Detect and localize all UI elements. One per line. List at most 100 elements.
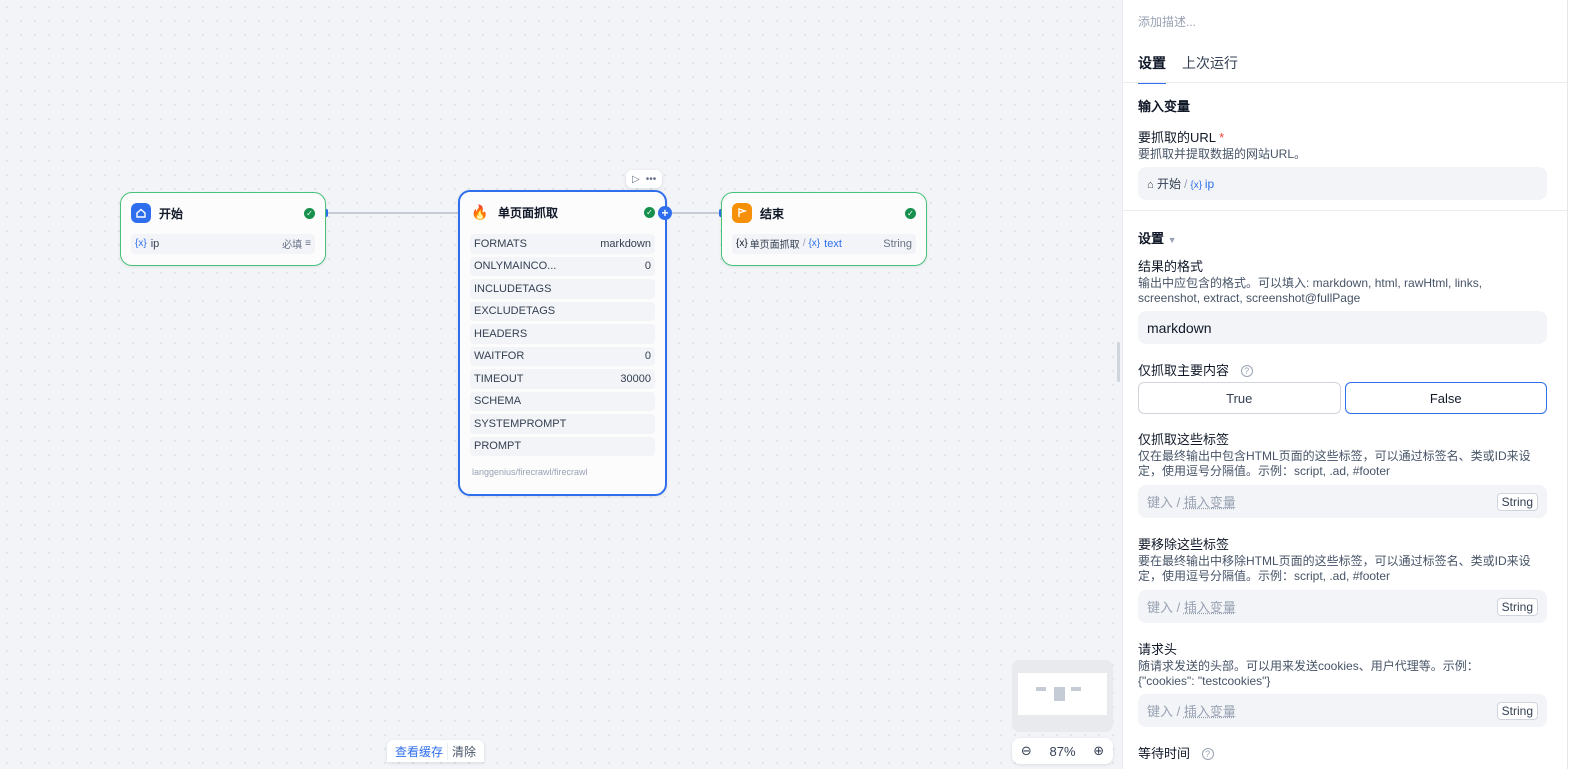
only-main-label: 仅抓取主要内容 ?: [1138, 360, 1253, 379]
param-row: ONLYMAINCO... 0: [470, 256, 655, 276]
param-value: 0: [644, 260, 651, 273]
variable-icon: {x}: [135, 238, 147, 250]
tab-last-run[interactable]: 上次运行: [1182, 53, 1238, 84]
description-input[interactable]: 添加描述...: [1138, 13, 1196, 30]
param-row: SYSTEMPROMPT: [470, 414, 655, 434]
param-value: 0: [644, 350, 651, 363]
home-icon: ⌂: [1147, 179, 1154, 191]
url-field-label: 要抓取的URL *: [1138, 127, 1224, 146]
workflow-canvas[interactable]: 开始 ✓ {x} ip 必填 ≡ ▷ ••• 🔥 单页面抓取 ✓ FORMATS…: [0, 0, 1122, 769]
minimap-node: [1036, 687, 1046, 691]
param-key: PROMPT: [474, 440, 522, 453]
wait-label-text: 等待时间: [1138, 746, 1191, 761]
include-tags-input[interactable]: 键入 / 插入变量 String: [1138, 485, 1547, 518]
insert-variable-link[interactable]: 插入变量: [1184, 704, 1236, 719]
param-key: SYSTEMPROMPT: [474, 417, 567, 430]
param-row: TIMEOUT 30000: [470, 369, 655, 389]
start-var-row: {x} ip 必填 ≡: [131, 234, 315, 254]
end-var-type: String: [883, 237, 912, 250]
zoom-in-icon[interactable]: ⊕: [1093, 743, 1104, 759]
param-row: EXCLUDETAGS: [470, 301, 655, 321]
end-source-node: 单页面抓取: [749, 240, 800, 252]
caret-down-icon: ▼: [1167, 235, 1177, 245]
param-key: HEADERS: [474, 327, 528, 340]
success-check-icon: ✓: [304, 207, 315, 219]
param-key: WAITFOR: [474, 350, 525, 363]
panel-resize-handle[interactable]: [1117, 342, 1120, 382]
formats-help: 输出中应包含的格式。可以填入: markdown, html, rawHtml,…: [1138, 276, 1483, 305]
zoom-level[interactable]: 87%: [1049, 744, 1075, 759]
option-true[interactable]: True: [1138, 382, 1341, 414]
end-flag-icon: [732, 203, 752, 223]
placeholder-type: 键入: [1147, 495, 1174, 510]
url-variable-selector[interactable]: ⌂ 开始 / {x} ip: [1138, 167, 1547, 200]
variable-icon: {x}: [736, 238, 748, 250]
end-node-title: 结束: [760, 206, 785, 221]
headers-input[interactable]: 键入 / 插入变量 String: [1138, 694, 1547, 727]
placeholder-type: 键入: [1147, 704, 1174, 719]
firecrawl-flame-icon: 🔥: [471, 203, 489, 220]
param-value: markdown: [600, 237, 651, 250]
debug-buttons: 查看缓存 清除: [387, 740, 485, 762]
more-icon[interactable]: •••: [646, 174, 657, 185]
zoom-out-icon[interactable]: ⊖: [1021, 743, 1032, 759]
minimap-node: [1071, 687, 1081, 691]
path-separator: /: [802, 238, 806, 250]
url-label-text: 要抓取的URL: [1138, 130, 1216, 145]
url-field-help: 要抓取并提取数据的网站URL。: [1138, 147, 1307, 161]
only-main-label-text: 仅抓取主要内容: [1138, 363, 1230, 378]
end-var-row: {x} 单页面抓取 / {x} text String: [732, 234, 916, 254]
minimap[interactable]: [1012, 660, 1113, 732]
success-check-icon: ✓: [644, 206, 655, 218]
include-tags-label: 仅抓取这些标签: [1138, 432, 1230, 447]
insert-variable-link[interactable]: 插入变量: [1184, 600, 1236, 615]
param-row: SCHEMA: [470, 391, 655, 411]
param-key: ONLYMAINCO...: [474, 260, 557, 273]
insert-variable-link[interactable]: 插入变量: [1184, 495, 1236, 510]
start-node-title: 开始: [159, 206, 184, 221]
settings-section-toggle[interactable]: 设置 ▼: [1138, 228, 1177, 247]
option-false[interactable]: False: [1344, 382, 1547, 414]
only-main-toggle: True False: [1138, 382, 1547, 414]
help-icon[interactable]: ?: [1201, 748, 1214, 760]
firecrawl-node[interactable]: 🔥 单页面抓取 ✓ FORMATS markdown ONLYMAINCO... 0 I…: [458, 190, 667, 496]
exclude-tags-input[interactable]: 键入 / 插入变量 String: [1138, 590, 1547, 623]
start-node[interactable]: 开始 ✓ {x} ip 必填 ≡: [120, 192, 326, 266]
node-toolbar: ▷ •••: [626, 170, 663, 188]
input-placeholder: 键入 / 插入变量: [1147, 701, 1497, 720]
param-key: SCHEMA: [474, 395, 522, 408]
formats-label: 结果的格式: [1138, 259, 1204, 274]
required-label: 必填: [282, 240, 303, 252]
node-settings-panel: 添加描述... 设置 上次运行 输入变量 要抓取的URL * 要抓取并提取数据的…: [1122, 0, 1567, 769]
help-icon[interactable]: ?: [1240, 365, 1253, 377]
input-placeholder: 键入 / 插入变量: [1147, 597, 1497, 616]
edge-start-to-firecrawl: [326, 212, 459, 214]
edge-firecrawl-to-end: [667, 212, 722, 214]
param-row: PROMPT: [470, 436, 655, 456]
placeholder-type: 键入: [1147, 600, 1174, 615]
minimap-viewport: [1018, 673, 1107, 715]
exclude-tags-label: 要移除这些标签: [1138, 537, 1230, 552]
home-icon: [131, 203, 151, 223]
tab-settings[interactable]: 设置: [1138, 53, 1166, 84]
clear-button[interactable]: 清除: [447, 742, 480, 760]
end-var-name: text: [824, 237, 842, 250]
panel-scrollbar[interactable]: [1567, 0, 1588, 769]
section-divider: [1123, 210, 1567, 211]
headers-help: 随请求发送的头部。可以用来发送cookies、用户代理等。示例：{"cookie…: [1138, 659, 1479, 688]
formats-input[interactable]: markdown: [1138, 311, 1547, 344]
placeholder-separator: /: [1176, 704, 1181, 719]
required-mark: *: [1219, 130, 1225, 145]
variable-chip: ⌂ 开始 / {x} ip: [1147, 175, 1214, 192]
param-key: TIMEOUT: [474, 372, 524, 385]
view-cache-button[interactable]: 查看缓存: [391, 743, 447, 760]
add-next-node-icon[interactable]: +: [658, 206, 672, 220]
param-row: FORMATS markdown: [470, 234, 655, 254]
firecrawl-node-title: 单页面抓取: [498, 205, 559, 220]
minimap-node: [1054, 687, 1065, 701]
zoom-controls: ⊖ 87% ⊕: [1012, 738, 1113, 764]
end-node[interactable]: 结束 ✓ {x} 单页面抓取 / {x} text String: [721, 192, 927, 266]
input-placeholder: 键入 / 插入变量: [1147, 492, 1497, 511]
run-node-icon[interactable]: ▷: [632, 174, 640, 185]
tabs-divider: [1123, 82, 1567, 83]
